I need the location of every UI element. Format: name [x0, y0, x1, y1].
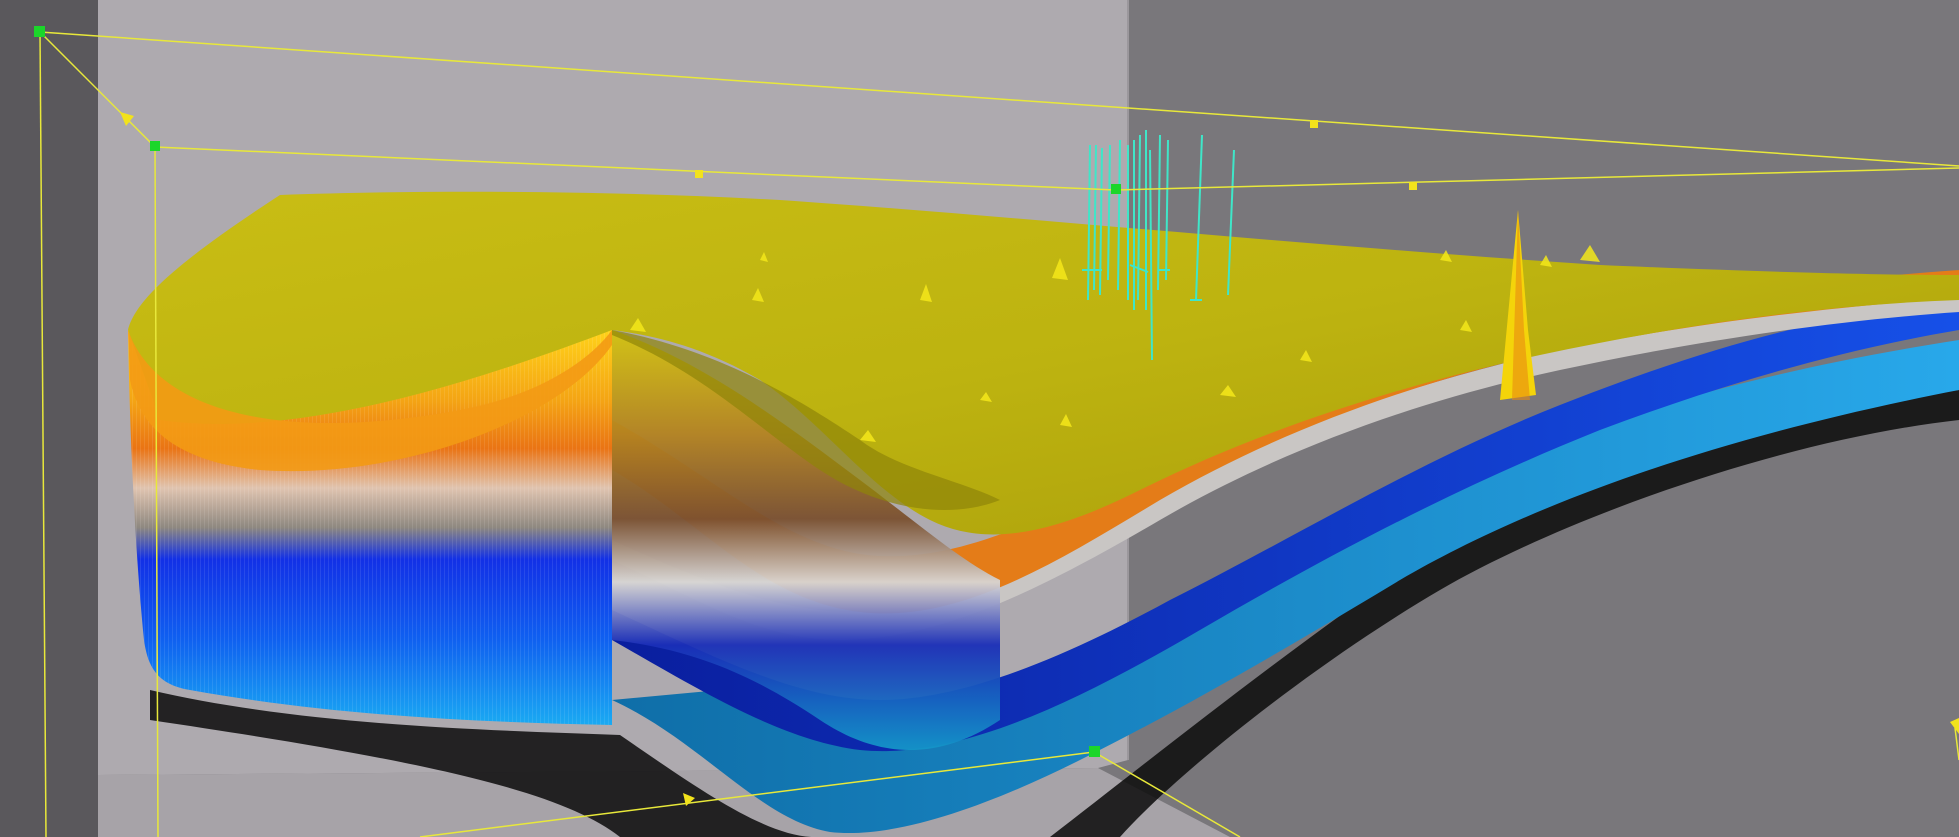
box-edge-handle-icon[interactable]	[1310, 120, 1318, 128]
box-corner-handle-icon[interactable]	[150, 141, 160, 151]
box-edge-handle-icon[interactable]	[695, 170, 703, 178]
scene-canvas[interactable]	[0, 0, 1959, 837]
box-corner-handle-icon[interactable]	[1111, 184, 1121, 194]
3d-viewport[interactable]	[0, 0, 1959, 837]
box-corner-handle-icon[interactable]	[34, 26, 45, 37]
box-corner-handle-icon[interactable]	[1089, 746, 1100, 757]
left-wall	[0, 0, 98, 837]
box-edge-handle-icon[interactable]	[1409, 182, 1417, 190]
